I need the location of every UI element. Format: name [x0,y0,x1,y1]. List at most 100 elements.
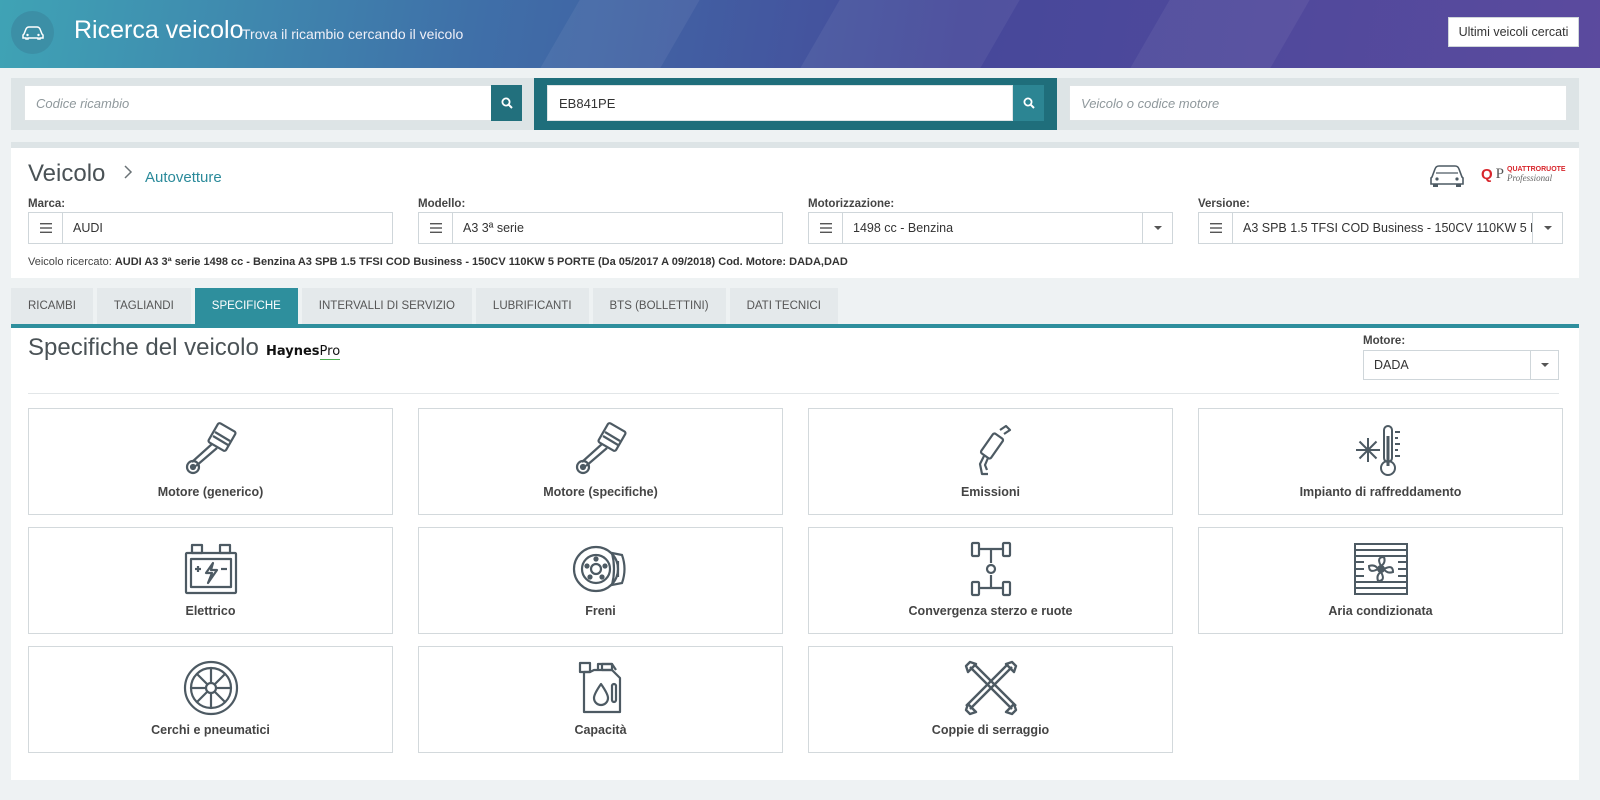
header-decoration [540,0,700,68]
part-code-placeholder: Codice ricambio [36,95,130,111]
list-menu-icon[interactable] [419,213,453,243]
card-label: Emissioni [960,485,1021,499]
cross-wrench-icon [961,659,1021,717]
axle-alignment-icon [961,540,1021,598]
vehicle-engine-input[interactable]: Veicolo o codice motore [1069,85,1567,121]
ac-fan-icon [1351,540,1411,598]
spec-card-freni[interactable]: Freni [418,527,783,634]
spec-card-convergenza[interactable]: Convergenza sterzo e ruote [808,527,1173,634]
chevron-down-icon[interactable] [1530,351,1558,379]
marca-label: Marca: [28,198,66,210]
card-label: Capacità [574,723,627,737]
modello-label: Modello: [418,198,466,210]
versione-label: Versione: [1198,198,1250,210]
motorizzazione-value: 1498 cc - Benzina [853,221,954,235]
tab-intervalli-di-servizio[interactable]: INTERVALLI DI SERVIZIO [301,288,472,324]
engine-select[interactable]: DADA [1363,350,1559,380]
tab-bts-bollettini[interactable]: BTS (BOLLETTINI) [592,288,726,324]
spec-card-impianto-raffreddamento[interactable]: Impianto di raffreddamento [1198,408,1563,515]
brand-p: P [1495,166,1505,182]
engine-label: Motore: [1363,335,1406,347]
coolant-thermometer-icon [1351,421,1411,479]
card-label: Aria condizionata [1328,604,1433,618]
marca-select[interactable]: AUDI [28,212,393,244]
modello-value: A3 3ª serie [463,221,524,235]
card-label: Convergenza sterzo e ruote [908,604,1073,618]
list-menu-icon[interactable] [809,213,843,243]
searched-vehicle-label: Veicolo ricercato: [28,256,112,268]
spec-card-capacita[interactable]: Capacità [418,646,783,753]
breadcrumb-root[interactable]: Veicolo [28,160,105,188]
tab-tagliandi[interactable]: TAGLIANDI [96,288,191,324]
brake-disc-icon [571,540,631,598]
battery-icon [181,540,241,598]
quattroruote-professional-logo: Q P QUATTRORUOTE Professional [1481,166,1566,183]
spec-card-elettrico[interactable]: Elettrico [28,527,393,634]
chevron-down-icon[interactable] [1532,213,1562,243]
versione-value: A3 SPB 1.5 TFSI COD Business - 150CV 110… [1243,221,1532,235]
versione-select[interactable]: A3 SPB 1.5 TFSI COD Business - 150CV 110… [1198,212,1563,244]
tab-ricambi[interactable]: RICAMBI [11,288,93,324]
card-label: Cerchi e pneumatici [151,723,270,737]
provider-name: Haynes [266,344,320,359]
tab-bar: RICAMBI TAGLIANDI SPECIFICHE INTERVALLI … [11,288,838,324]
engine-value: DADA [1374,358,1409,372]
spec-card-aria-condizionata[interactable]: Aria condizionata [1198,527,1563,634]
piston-icon [571,421,631,479]
haynespro-logo: HaynesPro [266,344,341,360]
page-subtitle: Trova il ricambio cercando il veicolo [242,26,464,42]
specs-content: Specifiche del veicolo HaynesPro Motore:… [11,328,1579,780]
tab-lubrificanti[interactable]: LUBRIFICANTI [475,288,589,324]
exhaust-icon [961,421,1021,479]
spec-card-coppie-serraggio[interactable]: Coppie di serraggio [808,646,1173,753]
header-decoration [1130,0,1310,68]
brand-bottom: Professional [1507,173,1553,183]
brand-q: Q [1481,166,1493,183]
plate-input[interactable]: EB841PE [547,85,1013,121]
part-code-input[interactable]: Codice ricambio [24,85,492,121]
plate-search-button[interactable] [1013,85,1044,121]
searched-vehicle-summary: Veicolo ricercato: AUDI A3 3ª serie 1498… [28,256,848,268]
modello-select[interactable]: A3 3ª serie [418,212,783,244]
card-label: Freni [585,604,616,618]
card-label: Motore (specifiche) [543,485,658,499]
tab-dati-tecnici[interactable]: DATI TECNICI [729,288,838,324]
motorizzazione-label: Motorizzazione: [808,198,895,210]
divider [28,393,1559,394]
card-label: Motore (generico) [157,485,264,499]
app-header: Ricerca veicolo Trova il ricambio cercan… [0,0,1600,68]
spec-card-motore-specifiche[interactable]: Motore (specifiche) [418,408,783,515]
oil-can-icon [571,659,631,717]
piston-icon [181,421,241,479]
vehicle-panel: Veicolo Autovetture Q P QUATTRORUOTE Pro… [11,142,1579,278]
chevron-right-icon [123,164,133,185]
vehicle-engine-placeholder: Veicolo o codice motore [1081,95,1220,111]
last-searched-vehicles-button[interactable]: Ultimi veicoli cercati [1448,17,1579,47]
car-logo-icon[interactable] [11,11,54,54]
wheel-icon [181,659,241,717]
tab-specifiche[interactable]: SPECIFICHE [194,288,298,324]
marca-value: AUDI [73,221,103,235]
brand-top: QUATTRORUOTE [1507,166,1566,173]
search-icon [501,97,513,109]
search-icon [1023,97,1035,109]
motorizzazione-select[interactable]: 1498 cc - Benzina [808,212,1173,244]
list-menu-icon[interactable] [1199,213,1233,243]
car-type-icon [1429,162,1465,193]
searched-vehicle-value: AUDI A3 3ª serie 1498 cc - Benzina A3 SP… [114,256,848,268]
list-menu-icon[interactable] [29,213,63,243]
plate-value: EB841PE [559,95,616,111]
spec-card-cerchi-pneumatici[interactable]: Cerchi e pneumatici [28,646,393,753]
breadcrumb-category[interactable]: Autovetture [145,169,222,186]
card-label: Impianto di raffreddamento [1299,485,1462,499]
spec-card-motore-generico[interactable]: Motore (generico) [28,408,393,515]
provider-suffix: Pro [319,344,341,360]
page-title: Ricerca veicolo [74,16,244,44]
part-code-search-button[interactable] [491,85,522,121]
card-label: Coppie di serraggio [931,723,1050,737]
header-decoration [800,0,1020,68]
card-label: Elettrico [185,604,236,618]
spec-card-emissioni[interactable]: Emissioni [808,408,1173,515]
section-title: Specifiche del veicolo [28,334,259,361]
chevron-down-icon[interactable] [1142,213,1172,243]
